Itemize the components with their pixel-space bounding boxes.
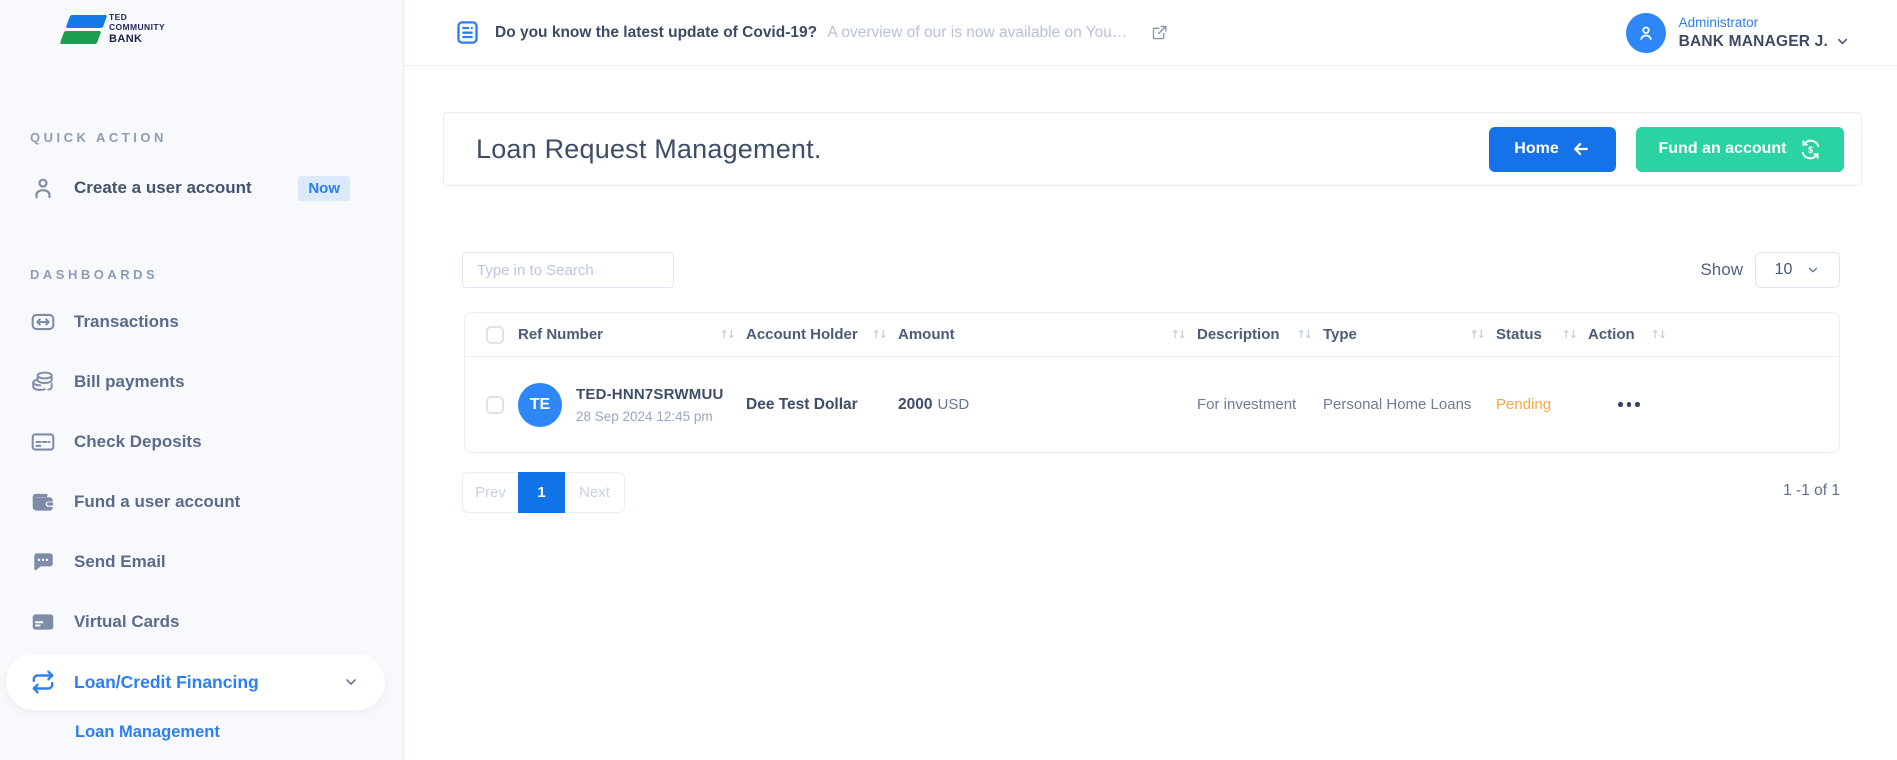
fund-account-button[interactable]: Fund an account $	[1636, 127, 1844, 172]
next-page-button[interactable]: Next	[565, 472, 625, 513]
select-all-checkbox[interactable]	[486, 326, 504, 344]
sort-icon[interactable]: ↑↓	[1651, 328, 1665, 341]
column-type: Type	[1323, 326, 1357, 343]
sort-icon[interactable]: ↑↓	[872, 328, 886, 341]
prev-page-button[interactable]: Prev	[462, 472, 518, 513]
topbar: Do you know the latest update of Covid-1…	[404, 0, 1897, 66]
avatar	[1626, 13, 1666, 53]
chevron-down-icon[interactable]	[343, 674, 359, 690]
coins-icon	[30, 369, 56, 395]
sidebar-item-label: Fund a user account	[74, 492, 240, 512]
home-button-label: Home	[1514, 140, 1558, 158]
brand-logo-icon	[64, 15, 101, 44]
brand-logo[interactable]: TED COMMUNITY BANK	[64, 13, 165, 45]
sort-icon[interactable]: ↑↓	[1171, 328, 1185, 341]
notice-question: Do you know the latest update of Covid-1…	[495, 24, 817, 41]
page-header-card: Loan Request Management. Home Fund an ac…	[443, 112, 1862, 186]
section-quick-action: QUICK ACTION	[30, 130, 167, 145]
loan-requests-table: Ref Number ↑↓ Account Holder ↑↓ Amount ↑↓ D…	[464, 312, 1840, 453]
current-page-button[interactable]: 1	[518, 472, 565, 513]
amount-value: 2000	[898, 396, 932, 413]
row-avatar: TE	[518, 383, 562, 427]
sidebar-item-label: Transactions	[74, 312, 179, 332]
sort-icon[interactable]: ↑↓	[1562, 328, 1576, 341]
person-icon	[30, 175, 56, 201]
sort-icon[interactable]: ↑↓	[1297, 328, 1311, 341]
chat-icon	[30, 549, 56, 575]
news-icon	[454, 19, 481, 46]
loan-type: Personal Home Loans	[1323, 396, 1471, 413]
sidebar-item-label: Loan/Credit Financing	[74, 672, 259, 693]
repeat-icon	[30, 669, 56, 695]
row-actions-menu-icon[interactable]	[1618, 402, 1839, 407]
chevron-down-icon	[1806, 263, 1820, 277]
fund-account-button-label: Fund an account	[1659, 140, 1787, 158]
status-badge: Pending	[1496, 396, 1551, 413]
user-menu-chevron-icon	[1835, 34, 1850, 49]
home-button[interactable]: Home	[1489, 127, 1616, 172]
user-role: Administrator	[1679, 15, 1850, 30]
sort-icon[interactable]: ↑↓	[720, 328, 734, 341]
account-holder: Dee Test Dollar	[746, 396, 858, 413]
sidebar-subitem-loan-management[interactable]: Loan Management	[75, 723, 220, 742]
sidebar-item-label: Virtual Cards	[74, 612, 180, 632]
page-size-value: 10	[1775, 261, 1793, 279]
sidebar-item-label: Bill payments	[74, 372, 185, 392]
transactions-icon	[30, 309, 56, 335]
sidebar-item-virtual-cards[interactable]: Virtual Cards	[0, 600, 404, 644]
svg-text:$: $	[1807, 144, 1812, 154]
search-input[interactable]	[462, 252, 674, 288]
sidebar-item-label: Send Email	[74, 552, 166, 572]
sidebar-item-loan-credit-financing[interactable]: Loan/Credit Financing	[6, 654, 385, 710]
sort-icon[interactable]: ↑↓	[1470, 328, 1484, 341]
main-content: Loan Request Management. Home Fund an ac…	[404, 66, 1897, 760]
amount-currency: USD	[937, 396, 969, 413]
user-menu[interactable]: Administrator BANK MANAGER J.	[1626, 13, 1850, 53]
ref-date: 28 Sep 2024 12:45 pm	[576, 409, 724, 424]
credit-card-icon	[30, 609, 56, 635]
external-link-icon[interactable]	[1151, 24, 1168, 41]
money-transfer-icon: $	[1799, 138, 1822, 161]
user-meta: Administrator BANK MANAGER J.	[1679, 15, 1850, 51]
sidebar-item-check-deposits[interactable]: Check Deposits	[0, 420, 404, 464]
row-checkbox[interactable]	[486, 396, 504, 414]
page-size-select[interactable]: 10	[1755, 252, 1840, 288]
pagination: Prev 1 Next	[462, 472, 625, 513]
table-header-row: Ref Number ↑↓ Account Holder ↑↓ Amount ↑↓ D…	[465, 313, 1839, 357]
column-action: Action	[1588, 326, 1635, 343]
sidebar-item-label: Check Deposits	[74, 432, 202, 452]
sidebar-item-create-user-account[interactable]: Create a user account Now	[0, 166, 404, 210]
show-label: Show	[1700, 260, 1743, 280]
page-title: Loan Request Management.	[476, 134, 822, 165]
arrow-left-icon	[1571, 139, 1591, 159]
column-status: Status	[1496, 326, 1542, 343]
column-account-holder: Account Holder	[746, 326, 858, 343]
wallet-icon	[30, 489, 56, 515]
sidebar-item-label: Create a user account	[74, 178, 252, 198]
table-row: TE TED-HNN7SRWMUU 28 Sep 2024 12:45 pm D…	[465, 357, 1839, 452]
sidebar: TED COMMUNITY BANK QUICK ACTION Create a…	[0, 0, 404, 760]
sidebar-item-transactions[interactable]: Transactions	[0, 300, 404, 344]
brand-name: TED COMMUNITY BANK	[109, 13, 165, 45]
pagination-range: 1 -1 of 1	[1783, 482, 1840, 500]
column-description: Description	[1197, 326, 1280, 343]
column-amount: Amount	[898, 326, 955, 343]
column-ref-number: Ref Number	[518, 326, 603, 343]
user-name: BANK MANAGER J.	[1679, 33, 1828, 51]
loan-description: For investment	[1197, 396, 1296, 413]
table-controls: Show 10	[462, 252, 1840, 288]
sidebar-item-bill-payments[interactable]: Bill payments	[0, 360, 404, 404]
notice-text: Do you know the latest update of Covid-1…	[495, 24, 1127, 42]
ref-number: TED-HNN7SRWMUU	[576, 386, 724, 403]
covid-notice: Do you know the latest update of Covid-1…	[454, 19, 1168, 46]
sidebar-item-fund-user-account[interactable]: Fund a user account	[0, 480, 404, 524]
notice-detail: A overview of our is now available on Yo…	[828, 24, 1128, 41]
now-badge: Now	[298, 176, 350, 201]
sidebar-item-send-email[interactable]: Send Email	[0, 540, 404, 584]
check-card-icon	[30, 429, 56, 455]
section-dashboards: DASHBOARDS	[30, 267, 158, 282]
